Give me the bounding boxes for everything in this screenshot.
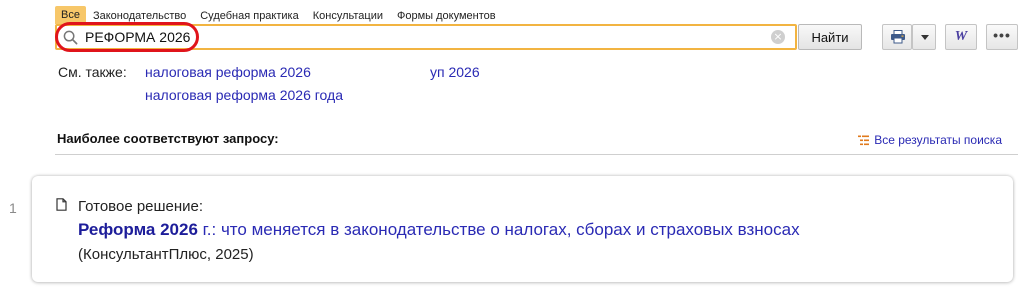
result-source: (КонсультантПлюс, 2025): [78, 246, 254, 263]
section-divider: [55, 154, 1018, 155]
list-icon: [858, 135, 870, 145]
tab-consultations[interactable]: Консультации: [306, 8, 390, 24]
result-card: Готовое решение: Реформа 2026 г.: что ме…: [32, 176, 1013, 282]
document-icon: [56, 198, 67, 211]
search-box: ×: [55, 24, 797, 50]
result-title-rest[interactable]: г.: что меняется в законодательстве о на…: [198, 220, 800, 239]
see-also-link[interactable]: налоговая реформа 2026 года: [145, 87, 343, 103]
see-also-link[interactable]: налоговая реформа 2026: [145, 64, 311, 80]
see-also-label: См. также:: [58, 64, 127, 80]
search-input[interactable]: [85, 26, 765, 48]
print-options-dropdown[interactable]: [912, 24, 936, 50]
all-results-label[interactable]: Все результаты поиска: [874, 133, 1002, 147]
find-button[interactable]: Найти: [798, 24, 862, 50]
result-title-highlight[interactable]: Реформа 2026: [78, 220, 198, 239]
see-also-link[interactable]: уп 2026: [430, 64, 480, 80]
printer-icon: [891, 30, 905, 44]
search-icon: [63, 30, 78, 45]
chevron-down-icon: [921, 35, 929, 40]
search-scope-tabs: Все Законодательство Судебная практика К…: [55, 6, 503, 24]
export-to-word-button[interactable]: W: [945, 24, 977, 50]
result-kind: Готовое решение:: [78, 198, 204, 215]
all-results-link[interactable]: Все результаты поиска: [858, 133, 1002, 147]
ellipsis-icon: •••: [993, 27, 1011, 43]
tab-all[interactable]: Все: [55, 6, 86, 24]
print-button[interactable]: [882, 24, 912, 50]
section-title: Наиболее соответствуют запросу:: [57, 131, 279, 146]
tab-document-forms[interactable]: Формы документов: [390, 8, 503, 24]
result-title-link[interactable]: Реформа 2026 г.: что меняется в законода…: [78, 220, 800, 240]
tab-legislation[interactable]: Законодательство: [86, 8, 193, 24]
more-options-button[interactable]: •••: [986, 24, 1018, 50]
word-icon: W: [954, 29, 968, 44]
result-index: 1: [9, 200, 17, 216]
tab-court-practice[interactable]: Судебная практика: [193, 8, 305, 24]
clear-icon[interactable]: ×: [771, 30, 785, 44]
